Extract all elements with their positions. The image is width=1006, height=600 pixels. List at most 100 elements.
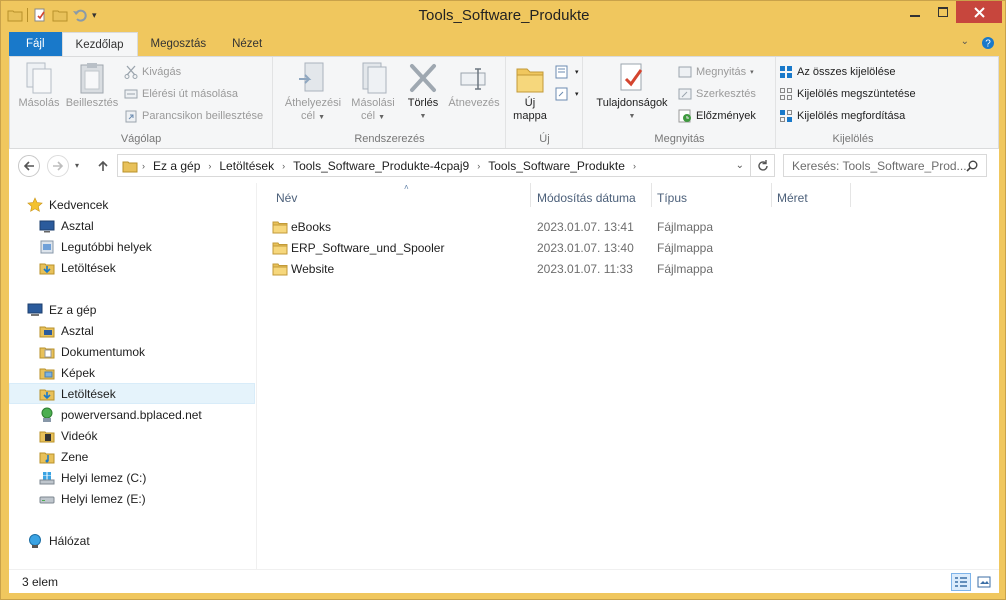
rename-button[interactable]: Átnevezés xyxy=(446,61,502,110)
paste-shortcut-icon xyxy=(125,110,137,123)
nav-network[interactable]: Hálózat xyxy=(27,530,247,551)
nav-pc-music[interactable]: Zene xyxy=(9,446,255,467)
copy-button[interactable]: Másolás xyxy=(16,61,62,110)
table-row[interactable]: Website 2023.01.07. 11:33 Fájlmappa xyxy=(272,258,852,279)
nav-favorites-recent[interactable]: Legutóbbi helyek xyxy=(9,236,255,257)
history-button[interactable]: Előzmények xyxy=(678,107,756,125)
close-icon xyxy=(973,6,985,18)
properties-button[interactable]: Tulajdonságok ▼ xyxy=(590,61,674,123)
search-icon[interactable] xyxy=(966,160,978,172)
folder-icon xyxy=(272,221,288,233)
new-folder-button[interactable]: Új mappa xyxy=(511,61,549,123)
large-icons-view-icon xyxy=(977,576,991,588)
nav-favorites-downloads[interactable]: Letöltések xyxy=(9,257,255,278)
network-location-icon xyxy=(41,407,53,422)
file-modified: 2023.01.07. 13:41 xyxy=(537,219,634,234)
new-group: Új mappa ▾ ▾ Új xyxy=(507,57,583,148)
file-name: Website xyxy=(291,261,335,276)
organize-group-label: Rendszerezés xyxy=(354,133,425,145)
select-group: Az összes kijelölése Kijelölés megszünte… xyxy=(777,57,929,148)
move-to-icon xyxy=(299,62,324,92)
paste-button[interactable]: Beillesztés xyxy=(63,61,121,110)
up-button[interactable] xyxy=(92,155,114,177)
table-row[interactable]: eBooks 2023.01.07. 13:41 Fájlmappa xyxy=(272,216,852,237)
new-folder-icon xyxy=(516,68,544,93)
new-item-button[interactable]: ▾ xyxy=(555,63,579,81)
item-count: 3 elem xyxy=(22,575,59,589)
minimize-button[interactable] xyxy=(901,1,929,23)
address-dropdown-icon[interactable]: ⌄ xyxy=(736,160,744,171)
folder-icon xyxy=(272,242,288,254)
cut-button[interactable]: Kivágás xyxy=(124,63,181,81)
large-icons-view-button[interactable] xyxy=(974,573,994,591)
clipboard-icon xyxy=(80,63,104,94)
refresh-icon xyxy=(757,159,768,171)
invert-selection-button[interactable]: Kijelölés megfordítása xyxy=(779,107,905,125)
navigation-bar: ▾ › Ez a gép › Letöltések › Tools_Softwa… xyxy=(9,149,999,183)
delete-button[interactable]: Törlés ▼ xyxy=(402,61,444,123)
file-name: ERP_Software_und_Spooler xyxy=(291,240,445,255)
search-placeholder: Keresés: Tools_Software_Prod... xyxy=(792,158,967,173)
tab-view[interactable]: Nézet xyxy=(219,32,275,56)
refresh-button[interactable] xyxy=(750,155,774,176)
tab-home[interactable]: Kezdőlap xyxy=(61,32,138,56)
nav-favorites[interactable]: Kedvencek xyxy=(27,194,247,215)
ribbon-controls: ⌄ ? xyxy=(961,36,995,50)
recent-locations-icon[interactable]: ▾ xyxy=(75,161,79,170)
maximize-button[interactable] xyxy=(929,1,956,23)
nav-this-pc[interactable]: Ez a gép xyxy=(27,299,247,320)
forward-button[interactable] xyxy=(47,155,69,177)
copy-path-button[interactable]: Elérési út másolása xyxy=(124,85,238,103)
breadcrumb-current-folder[interactable]: Tools_Software_Produkte xyxy=(484,159,629,173)
nav-favorites-desktop[interactable]: Asztal xyxy=(9,215,255,236)
content-area: Kedvencek Asztal Legutóbbi helyek Letölt… xyxy=(9,183,999,569)
tab-file[interactable]: Fájl xyxy=(9,32,62,56)
open-button[interactable]: Megnyitás ▾ xyxy=(678,63,754,81)
recent-places-icon xyxy=(40,240,54,253)
close-button[interactable] xyxy=(956,1,1002,23)
nav-pc-drive-e[interactable]: Helyi lemez (E:) xyxy=(9,488,255,509)
column-header-modified[interactable]: Módosítás dátuma xyxy=(537,191,636,211)
column-header-type[interactable]: Típus xyxy=(657,191,687,211)
nav-pc-pictures[interactable]: Képek xyxy=(9,362,255,383)
copy-to-icon xyxy=(362,62,387,94)
svg-text:?: ? xyxy=(985,39,991,50)
delete-x-icon xyxy=(410,64,436,92)
desktop-icon xyxy=(39,220,55,232)
collapse-ribbon-icon[interactable]: ⌄ xyxy=(961,36,969,50)
file-name: eBooks xyxy=(291,219,332,234)
ribbon: Másolás Beillesztés Kivágás Elérési út m… xyxy=(9,56,999,149)
sort-ascending-icon: ˄ xyxy=(404,183,409,192)
edit-button[interactable]: Szerkesztés xyxy=(678,85,756,103)
tab-share[interactable]: Megosztás xyxy=(138,32,220,56)
paste-shortcut-button[interactable]: Parancsikon beillesztése xyxy=(124,107,263,125)
select-all-button[interactable]: Az összes kijelölése xyxy=(779,63,895,81)
nav-pc-network-location[interactable]: powerversand.bplaced.net xyxy=(9,404,255,425)
back-button[interactable] xyxy=(18,155,40,177)
breadcrumb-downloads[interactable]: Letöltések xyxy=(215,159,278,173)
downloads-folder-icon xyxy=(39,263,55,274)
select-none-button[interactable]: Kijelölés megszüntetése xyxy=(779,85,916,103)
table-row[interactable]: ERP_Software_und_Spooler 2023.01.07. 13:… xyxy=(272,237,852,258)
nav-pc-downloads[interactable]: Letöltések xyxy=(9,383,255,404)
nav-pc-videos[interactable]: Videók xyxy=(9,425,255,446)
nav-pc-documents[interactable]: Dokumentumok xyxy=(9,341,255,362)
details-view-icon xyxy=(955,577,967,587)
properties-icon xyxy=(620,63,643,91)
copy-to-button[interactable]: Másolási cél ▼ xyxy=(346,61,400,124)
status-bar: 3 elem xyxy=(9,569,999,593)
forward-arrow-icon xyxy=(53,161,64,171)
column-header-size[interactable]: Méret xyxy=(777,191,808,211)
details-view-button[interactable] xyxy=(951,573,971,591)
breadcrumb-parent-folder[interactable]: Tools_Software_Produkte-4cpaj9 xyxy=(289,159,473,173)
address-bar[interactable]: › Ez a gép › Letöltések › Tools_Software… xyxy=(117,154,775,177)
search-input[interactable]: Keresés: Tools_Software_Prod... xyxy=(783,154,987,177)
breadcrumb-this-pc[interactable]: Ez a gép xyxy=(149,159,204,173)
nav-pc-desktop[interactable]: Asztal xyxy=(9,320,255,341)
column-header-name[interactable]: Név xyxy=(276,191,297,211)
move-to-button[interactable]: Áthelyezési cél ▼ xyxy=(282,61,344,124)
nav-pc-drive-c[interactable]: Helyi lemez (C:) xyxy=(9,467,255,488)
help-icon[interactable]: ? xyxy=(981,36,995,50)
file-list: ˄ Név Módosítás dátuma Típus Méret eBook… xyxy=(258,183,999,569)
easy-access-button[interactable]: ▾ xyxy=(555,85,579,103)
